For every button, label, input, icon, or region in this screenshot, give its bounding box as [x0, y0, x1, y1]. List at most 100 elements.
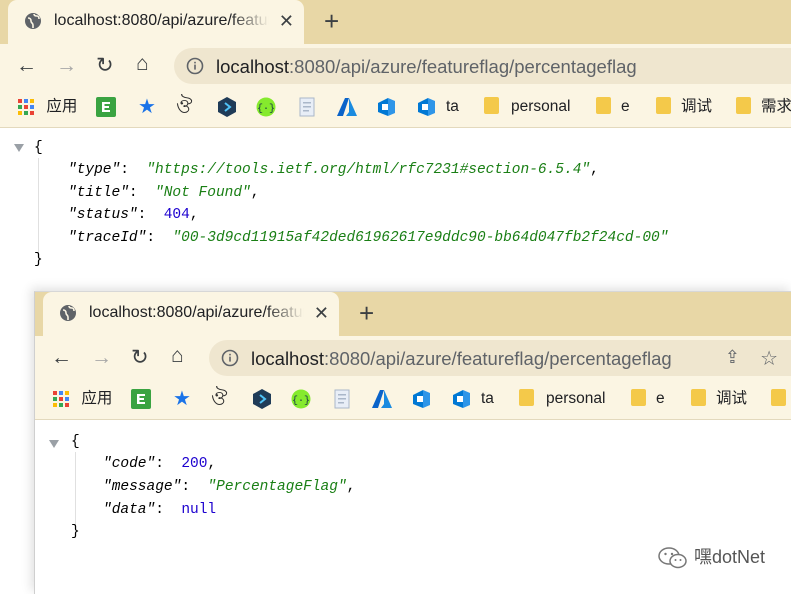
- bookmark-personal-label: personal: [546, 390, 606, 407]
- bookmark-personal[interactable]: personal: [519, 389, 605, 411]
- bookmark-personal-label: personal: [511, 98, 571, 115]
- bookmark-star-outline-icon[interactable]: ☆: [760, 346, 778, 371]
- json-row-code: "code": 200,: [103, 456, 217, 472]
- json-key: "message": [103, 479, 182, 495]
- bookmark-braces-icon[interactable]: {·}: [291, 389, 311, 411]
- bookmark-debug[interactable]: 调试: [656, 97, 712, 119]
- json-string-value: "PercentageFlag": [207, 479, 347, 495]
- bookmark-debug[interactable]: 调试: [691, 389, 747, 411]
- bookmarks-bar: 应用 ★ ঔ {·} ta personal e 调试: [35, 381, 791, 420]
- json-open-brace: {: [71, 434, 80, 450]
- bookmark-braces-icon[interactable]: {·}: [256, 97, 276, 119]
- folder-icon: [736, 97, 751, 115]
- bookmark-req-label: 需求: [761, 98, 791, 115]
- info-icon[interactable]: [186, 57, 204, 75]
- bookmark-hex-icon[interactable]: [253, 389, 271, 411]
- tab-close-icon[interactable]: ✕: [314, 303, 329, 324]
- bookmark-e-label: e: [621, 98, 630, 115]
- bookmark-star-icon[interactable]: ★: [138, 97, 156, 119]
- watermark: 嘿dotNet: [658, 543, 765, 569]
- forward-arrow-icon[interactable]: →: [91, 346, 112, 370]
- json-key: "code": [103, 456, 156, 472]
- home-icon[interactable]: ⌂: [171, 344, 184, 368]
- bookmark-ta[interactable]: ta: [416, 97, 459, 119]
- json-key: "status": [68, 207, 138, 223]
- collapse-triangle-icon[interactable]: [49, 440, 59, 448]
- tab-active[interactable]: localhost:8080/api/azure/featureflag/per…: [43, 292, 339, 336]
- svg-text:{·}: {·}: [257, 103, 275, 115]
- bookmark-azure-icon[interactable]: [372, 389, 392, 411]
- bookmark-doc-icon[interactable]: [298, 97, 316, 119]
- bookmark-devops-icon[interactable]: [376, 97, 396, 119]
- bookmark-doc-icon[interactable]: [333, 389, 351, 411]
- json-key: "title": [68, 185, 129, 201]
- address-bar[interactable]: localhost:8080/api/azure/featureflag/per…: [174, 48, 791, 84]
- bookmark-ta-label: ta: [481, 390, 494, 408]
- collapse-triangle-icon[interactable]: [14, 144, 24, 152]
- json-number-value: 200: [181, 456, 208, 472]
- folder-icon: [656, 97, 671, 115]
- reload-icon[interactable]: ↻: [96, 54, 114, 78]
- json-row-status: "status": 404,: [68, 207, 199, 223]
- bookmark-req[interactable]: 需求: [736, 97, 791, 119]
- back-arrow-icon[interactable]: ←: [16, 54, 37, 78]
- share-icon[interactable]: ⇪: [725, 347, 740, 368]
- url-host: localhost: [251, 348, 325, 369]
- apps-grid-icon: [53, 390, 69, 407]
- folder-icon: [519, 389, 534, 407]
- bookmark-debug-label: 调试: [716, 390, 748, 407]
- json-row-traceid: "traceId": "00-3d9cd11915af42ded61962617…: [68, 230, 669, 246]
- apps-grid-icon: [18, 98, 34, 115]
- json-close-brace: }: [34, 252, 43, 268]
- tab-active[interactable]: localhost:8080/api/azure/featureflag/per…: [8, 0, 304, 44]
- url-path: :8080/api/azure/featureflag/percentagefl…: [289, 56, 637, 77]
- json-open-brace: {: [34, 140, 43, 156]
- url-path: :8080/api/azure/featureflag/percentagefl…: [324, 348, 672, 369]
- bookmark-ta-label: ta: [446, 98, 459, 116]
- bookmark-script-icon[interactable]: ঔ: [176, 97, 192, 119]
- bookmark-apps[interactable]: 应用: [18, 97, 77, 119]
- folder-icon: [771, 389, 786, 407]
- bookmark-personal[interactable]: personal: [484, 97, 570, 119]
- bookmark-hex-icon[interactable]: [218, 97, 236, 119]
- tab-title: localhost:8080/api/azure/featureflag/per…: [54, 12, 269, 29]
- info-icon[interactable]: [221, 349, 239, 367]
- bookmark-e[interactable]: e: [631, 389, 665, 411]
- url-text[interactable]: localhost:8080/api/azure/featureflag/per…: [216, 56, 637, 78]
- bookmark-script-icon[interactable]: ঔ: [211, 389, 227, 411]
- folder-icon: [691, 389, 706, 407]
- json-row-data: "data": null: [103, 502, 217, 518]
- globe-icon: [25, 13, 41, 29]
- url-host: localhost: [216, 56, 290, 77]
- bookmark-e-icon[interactable]: [131, 389, 151, 411]
- watermark-text: 嘿dotNet: [693, 546, 765, 567]
- bookmark-e-label: e: [656, 390, 665, 407]
- address-bar[interactable]: localhost:8080/api/azure/featureflag/per…: [209, 340, 791, 376]
- reload-icon[interactable]: ↻: [131, 346, 149, 370]
- bookmark-azure-icon[interactable]: [337, 97, 357, 119]
- forward-arrow-icon[interactable]: →: [56, 54, 77, 78]
- bookmark-devops-icon[interactable]: [411, 389, 431, 411]
- bookmark-folder-partial[interactable]: [771, 389, 791, 411]
- bookmark-apps[interactable]: 应用: [53, 389, 112, 411]
- bookmarks-bar: 应用 ★ ঔ {·} ta personal e 调试 需求: [0, 89, 791, 128]
- bookmark-star-icon[interactable]: ★: [173, 389, 191, 411]
- json-key: "data": [103, 502, 156, 518]
- new-tab-plus-icon[interactable]: +: [324, 6, 339, 37]
- url-text[interactable]: localhost:8080/api/azure/featureflag/per…: [251, 348, 672, 370]
- json-key: "traceId": [68, 230, 147, 246]
- back-arrow-icon[interactable]: ←: [51, 346, 72, 370]
- home-icon[interactable]: ⌂: [136, 52, 149, 76]
- tab-strip: localhost:8080/api/azure/featureflag/per…: [0, 0, 791, 44]
- json-number-value: 404: [163, 207, 190, 223]
- tab-strip: localhost:8080/api/azure/featureflag/per…: [35, 292, 791, 336]
- tab-title: localhost:8080/api/azure/featureflag/per…: [89, 304, 304, 321]
- devops-icon: [418, 98, 435, 116]
- bookmark-apps-label: 应用: [46, 98, 78, 115]
- bookmark-e[interactable]: e: [596, 97, 630, 119]
- new-tab-plus-icon[interactable]: +: [359, 298, 374, 329]
- bookmark-debug-label: 调试: [681, 98, 713, 115]
- bookmark-ta[interactable]: ta: [451, 389, 494, 411]
- bookmark-e-icon[interactable]: [96, 97, 116, 119]
- tab-close-icon[interactable]: ✕: [279, 11, 294, 32]
